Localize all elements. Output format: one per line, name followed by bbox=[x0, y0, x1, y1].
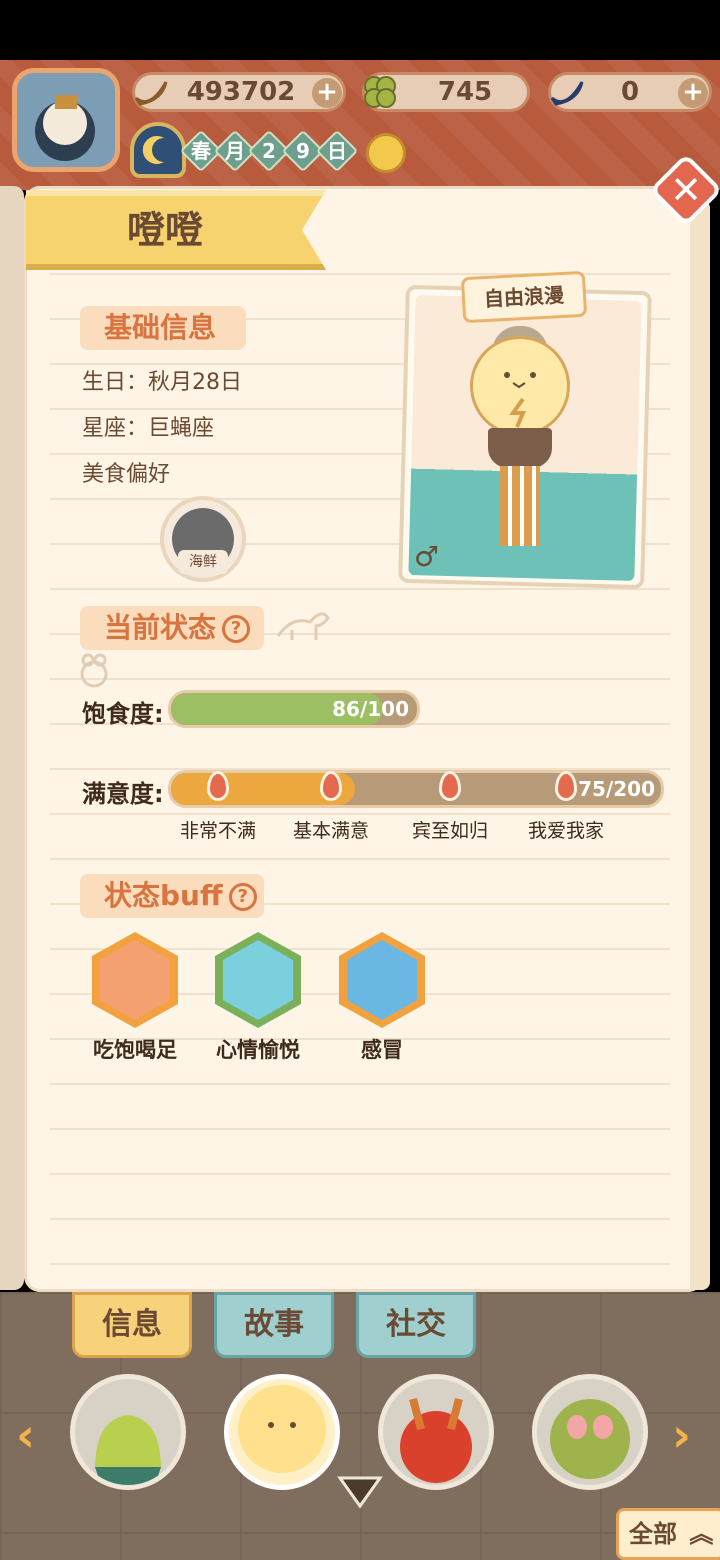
banana-icon bbox=[128, 70, 172, 114]
double-chevron-up-icon: ︽ bbox=[689, 1520, 714, 1548]
satisfaction-value: 75/200 bbox=[578, 777, 655, 801]
character-slot[interactable] bbox=[70, 1374, 186, 1490]
buff-cold-inner bbox=[347, 940, 417, 1020]
buff-heading: 状态buff? bbox=[80, 874, 264, 918]
banana-count: 493702 bbox=[186, 77, 296, 107]
add-blue-banana-button[interactable]: + bbox=[678, 78, 708, 108]
satiety-value: 86/100 bbox=[332, 697, 409, 721]
milestone-pin bbox=[439, 771, 461, 801]
card-trait-tag: 自由浪漫 bbox=[460, 270, 588, 324]
character-slot-selected[interactable] bbox=[224, 1374, 340, 1490]
milestone-pin bbox=[207, 771, 229, 801]
blue-banana-icon bbox=[544, 70, 588, 114]
notebook-spine bbox=[0, 186, 24, 1290]
date-char: 2 bbox=[262, 139, 276, 163]
frog-doodle-icon bbox=[74, 650, 114, 690]
food-pref-label: 美食偏好 bbox=[82, 462, 171, 487]
notebook-page-edge bbox=[690, 200, 710, 1290]
milestone-label: 宾至如归 bbox=[411, 820, 488, 842]
clover-icon bbox=[358, 70, 402, 114]
bulb-legs bbox=[500, 466, 540, 546]
milestone-label: 基本满意 bbox=[292, 820, 369, 842]
milestone-pin bbox=[555, 771, 577, 801]
status-heading: 当前状态? bbox=[80, 606, 264, 650]
status-bar bbox=[0, 0, 720, 60]
satiety-bar: 86/100 bbox=[168, 690, 420, 728]
clover-count: 745 bbox=[437, 77, 493, 107]
milestone-pin bbox=[320, 771, 342, 801]
player-avatar[interactable] bbox=[12, 68, 120, 172]
buff-label: 感冒 bbox=[361, 1038, 403, 1062]
tab-social[interactable]: 社交 bbox=[356, 1292, 476, 1358]
date-char: 日 bbox=[327, 139, 347, 163]
sun-weather-icon[interactable] bbox=[366, 133, 406, 173]
bulb-base bbox=[488, 428, 552, 468]
milestone-label: 我爱我家 bbox=[527, 820, 604, 842]
satisfaction-label: 满意度: bbox=[82, 780, 164, 808]
buff-help-icon[interactable]: ? bbox=[228, 883, 257, 911]
zodiac-text: 星座：巨蝇座 bbox=[82, 416, 215, 441]
buff-label: 吃饱喝足 bbox=[93, 1038, 177, 1062]
tab-story[interactable]: 故事 bbox=[214, 1292, 334, 1358]
character-slot[interactable] bbox=[532, 1374, 648, 1490]
milestone-label: 非常不满 bbox=[179, 820, 256, 842]
all-characters-button[interactable]: 全部 ︽ bbox=[616, 1508, 720, 1560]
basic-info-title: 基础信息 bbox=[104, 311, 217, 344]
date-char: 月 bbox=[225, 139, 245, 163]
next-character-arrow[interactable]: › bbox=[672, 1408, 691, 1462]
date-char: 9 bbox=[296, 139, 310, 163]
food-pref-name: 海鲜 bbox=[178, 550, 228, 574]
date-char: 春 bbox=[191, 139, 211, 163]
buff-full-inner bbox=[100, 940, 170, 1020]
buff-label: 心情愉悦 bbox=[216, 1038, 300, 1062]
birthday-text: 生日：秋月28日 bbox=[82, 370, 242, 395]
satisfaction-bar: 75/200 bbox=[168, 770, 664, 808]
male-gender-icon: ♂ bbox=[414, 540, 440, 573]
character-name: 噔噔 bbox=[126, 208, 203, 252]
prev-character-arrow[interactable]: ‹ bbox=[16, 1408, 35, 1462]
character-slot[interactable] bbox=[378, 1374, 494, 1490]
basic-info-heading: 基础信息 bbox=[80, 306, 246, 350]
collapse-down-icon[interactable] bbox=[336, 1474, 384, 1510]
all-characters-label: 全部 bbox=[629, 1520, 677, 1548]
close-icon[interactable]: ✕ bbox=[660, 164, 712, 216]
status-help-icon[interactable]: ? bbox=[222, 615, 251, 643]
add-banana-button[interactable]: + bbox=[312, 78, 342, 108]
date-display: 春 月 2 9 日 bbox=[179, 129, 359, 173]
buff-happy-inner bbox=[223, 940, 293, 1020]
tab-info[interactable]: 信息 bbox=[72, 1292, 192, 1358]
blue-banana-count: 0 bbox=[620, 77, 640, 107]
buff-title: 状态buff bbox=[104, 879, 223, 912]
satiety-label: 饱食度: bbox=[82, 700, 164, 728]
dino-doodle-icon bbox=[272, 596, 332, 646]
lightbulb-character bbox=[470, 336, 570, 436]
status-title: 当前状态 bbox=[104, 611, 217, 644]
moon-season-icon bbox=[130, 122, 186, 178]
